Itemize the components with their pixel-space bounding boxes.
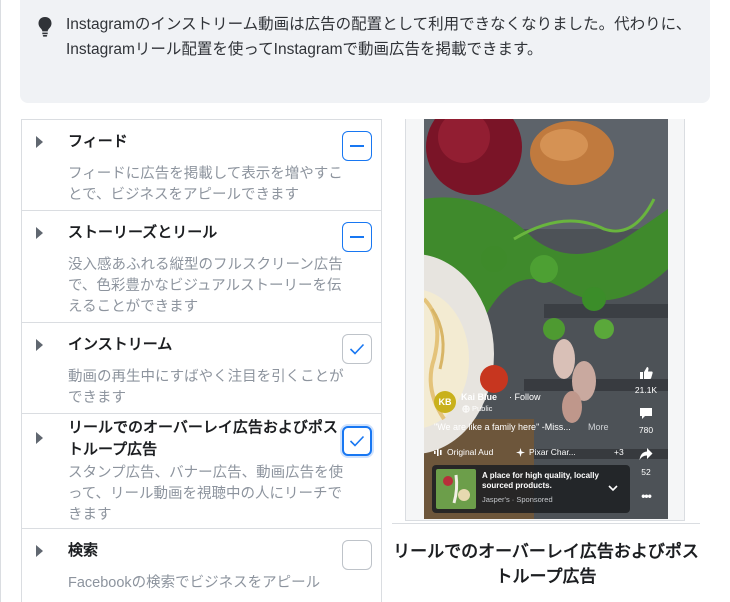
ad-sponsor: Jasper's · Sponsored: [482, 495, 553, 504]
expand-caret-icon[interactable]: [36, 227, 43, 239]
placement-title: 検索: [68, 542, 99, 559]
placement-checkbox[interactable]: [342, 426, 372, 456]
reel-preview-screen[interactable]: KB Kai Blue · Follow Public "We are like…: [424, 119, 668, 519]
phone-frame: KB Kai Blue · Follow Public "We are like…: [405, 119, 685, 521]
globe-icon: [462, 405, 470, 413]
placement-checkbox[interactable]: [342, 334, 372, 364]
placement-description: Facebookの検索でビジネスをアピール: [68, 575, 321, 591]
extra-count: +3: [614, 447, 624, 457]
share-count: 52: [641, 467, 651, 477]
placement-item-stories-reels[interactable]: ストーリーズとリール 没入感あふれる縦型のフルスクリーン広告で、色彩豊かなビジュ…: [22, 211, 381, 323]
effect-label[interactable]: Pixar Char...: [529, 447, 576, 457]
placement-description: フィードに広告を掲載して表示を増やすことで、ビジネスをアピールできます: [68, 166, 343, 203]
placement-checkbox[interactable]: [342, 222, 372, 252]
more-options-icon[interactable]: •••: [632, 489, 660, 503]
effect-sparkle-icon: [516, 448, 525, 457]
placement-item-reels-overlay[interactable]: リールでのオーバーレイ広告およびポストループ広告 スタンプ広告、バナー広告、動画…: [22, 414, 381, 529]
expand-caret-icon[interactable]: [36, 545, 43, 557]
comment-icon[interactable]: [632, 406, 660, 420]
minus-icon: [350, 145, 364, 147]
checkmark-icon: [349, 435, 365, 447]
follow-link[interactable]: · Follow: [509, 392, 541, 402]
account-name[interactable]: Kai Blue: [461, 392, 497, 402]
placement-title: ストーリーズとリール: [68, 224, 218, 241]
placement-description: 動画の再生中にすばやく注目を引くことができます: [68, 369, 344, 406]
placement-checkbox[interactable]: [342, 131, 372, 161]
ad-thumbnail: [436, 469, 476, 509]
placement-item-instream[interactable]: インストリーム 動画の再生中にすばやく注目を引くことができます: [22, 323, 381, 414]
placement-item-search[interactable]: 検索 Facebookの検索でビジネスをアピール: [22, 529, 381, 602]
placement-list: フィード フィードに広告を掲載して表示を増やすことで、ビジネスをアピールできます…: [21, 119, 382, 602]
checkmark-icon: [349, 343, 365, 355]
placement-description: スタンプ広告、バナー広告、動画広告を使って、リール動画を視聴中の人にリーチできま…: [68, 465, 344, 523]
minus-icon: [350, 236, 364, 238]
notice-text: Instagramのインストリーム動画は広告の配置として利用できなくなりました。…: [66, 16, 692, 58]
comment-count: 780: [638, 425, 654, 435]
placement-title: フィード: [68, 133, 128, 150]
audio-wave-icon: [434, 449, 442, 456]
preview-caption: リールでのオーバーレイ広告およびポストループ広告: [393, 542, 699, 586]
visibility-label: Public: [472, 404, 493, 413]
expand-caret-icon[interactable]: [36, 339, 43, 351]
overlay-ad-card[interactable]: A place for high quality, locally source…: [432, 465, 630, 513]
notice-banner: Instagramのインストリーム動画は広告の配置として利用できなくなりました。…: [20, 0, 710, 103]
placement-description: 没入感あふれる縦型のフルスクリーン広告で、色彩豊かなビジュアルストーリーを伝える…: [68, 257, 343, 315]
share-icon[interactable]: [632, 447, 660, 461]
placement-title: リールでのオーバーレイ広告およびポストループ広告: [68, 419, 338, 458]
expand-caret-icon[interactable]: [36, 136, 43, 148]
left-border: [0, 0, 1, 602]
more-link[interactable]: More: [588, 422, 609, 432]
post-caption: "We are like a family here" -Miss...: [434, 422, 571, 432]
placement-title: インストリーム: [68, 336, 173, 353]
avatar: KB: [434, 391, 456, 413]
placement-item-feed[interactable]: フィード フィードに広告を掲載して表示を増やすことで、ビジネスをアピールできます: [22, 120, 381, 211]
expand-caret-icon[interactable]: [36, 432, 43, 444]
placement-checkbox[interactable]: [342, 540, 372, 570]
ad-headline: A place for high quality, locally source…: [482, 471, 599, 490]
chevron-down-icon[interactable]: [608, 485, 618, 492]
preview-divider: [392, 523, 700, 524]
like-count: 21.1K: [634, 385, 658, 395]
audio-label[interactable]: Original Aud: [447, 447, 493, 457]
like-icon[interactable]: [632, 366, 660, 380]
lightbulb-icon: [38, 17, 52, 37]
